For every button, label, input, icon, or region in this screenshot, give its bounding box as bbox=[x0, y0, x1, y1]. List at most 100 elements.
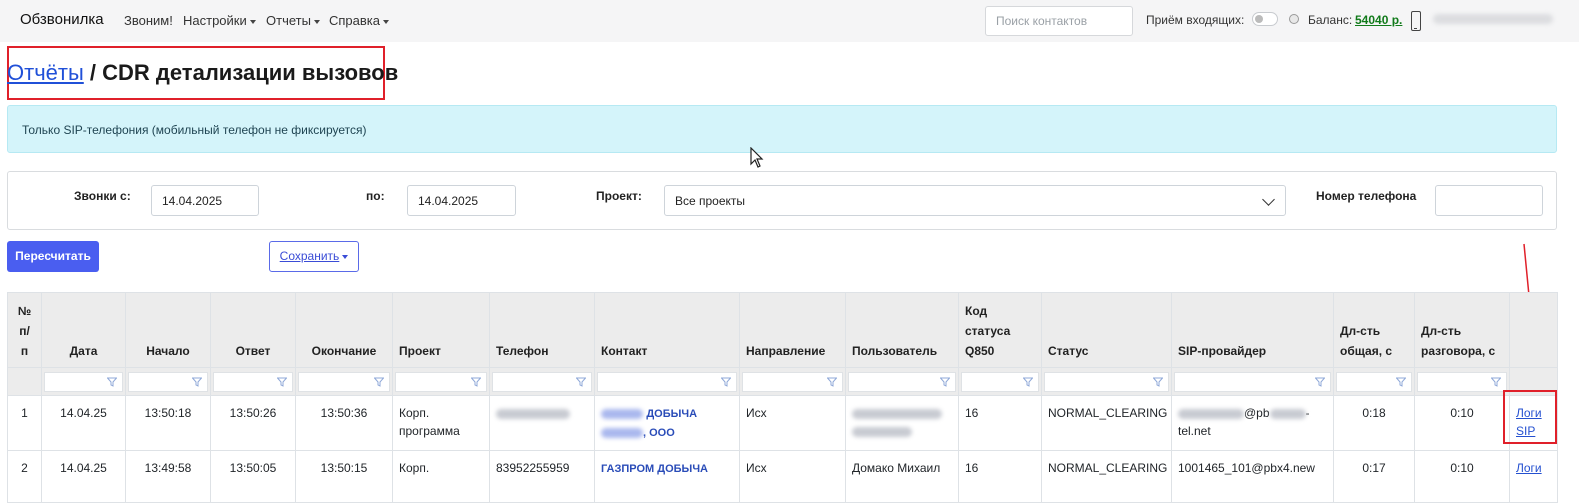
filter-funnel-icon[interactable] bbox=[721, 377, 731, 387]
table-row[interactable]: 2 14.04.25 13:49:58 13:50:05 13:50:15 Ко… bbox=[7, 450, 1558, 503]
project-select-value: Все проекты bbox=[675, 194, 746, 208]
status-indicator-icon bbox=[1289, 14, 1299, 24]
cell-num: 2 bbox=[7, 450, 42, 503]
redacted-sip bbox=[1178, 408, 1244, 419]
balance-value-link[interactable]: 54040 р. bbox=[1355, 13, 1402, 27]
contact-link-part2[interactable]: , ООО bbox=[643, 427, 675, 439]
filter-funnel-icon[interactable] bbox=[1396, 377, 1406, 387]
col-header-duration-talk[interactable]: Дл-сть разговора, с bbox=[1414, 292, 1510, 368]
filter-cell bbox=[489, 367, 595, 396]
incoming-calls-label: Приём входящих: bbox=[1146, 13, 1245, 27]
filter-funnel-icon[interactable] bbox=[107, 377, 117, 387]
filter-funnel-icon[interactable] bbox=[1315, 377, 1325, 387]
cell-direction: Исх bbox=[739, 450, 846, 503]
incoming-calls-toggle[interactable] bbox=[1252, 12, 1278, 26]
col-header-q850[interactable]: Код статуса Q850 bbox=[958, 292, 1042, 368]
column-filter-input[interactable] bbox=[213, 372, 293, 392]
filter-funnel-icon[interactable] bbox=[374, 377, 384, 387]
filter-funnel-icon[interactable] bbox=[1153, 377, 1163, 387]
nav-item-reports[interactable]: Отчеты bbox=[266, 13, 320, 28]
chevron-down-icon bbox=[313, 19, 320, 24]
cell-contact[interactable]: ДОБЫЧА , ООО bbox=[594, 395, 740, 451]
brand-logo[interactable]: Обзвонилка bbox=[20, 11, 104, 28]
filter-cell bbox=[1414, 367, 1510, 396]
column-filter-input[interactable] bbox=[492, 372, 592, 392]
col-header-sip-provider[interactable]: SIP-провайдер bbox=[1171, 292, 1334, 368]
user-menu[interactable] bbox=[1433, 14, 1553, 24]
filter-cell bbox=[295, 367, 393, 396]
date-to-input[interactable]: 14.04.2025 bbox=[407, 185, 516, 216]
filter-funnel-icon[interactable] bbox=[277, 377, 287, 387]
date-from-input[interactable]: 14.04.2025 bbox=[151, 185, 259, 216]
cell-date: 14.04.25 bbox=[41, 395, 126, 451]
col-header-phone[interactable]: Телефон bbox=[489, 292, 595, 368]
cell-status: NORMAL_CLEARING bbox=[1041, 395, 1172, 451]
cell-phone: 83952255959 bbox=[489, 450, 595, 503]
sip-logs-link[interactable]: Логи bbox=[1516, 461, 1542, 475]
mobile-phone-icon[interactable] bbox=[1411, 11, 1421, 31]
cell-contact[interactable]: ГАЗПРОМ ДОБЫЧА bbox=[594, 450, 740, 503]
col-header-duration-total[interactable]: Дл-сть общая, с bbox=[1333, 292, 1415, 368]
filter-cell-empty bbox=[7, 367, 42, 396]
filter-funnel-icon[interactable] bbox=[192, 377, 202, 387]
filter-funnel-icon[interactable] bbox=[1491, 377, 1501, 387]
top-navbar: Обзвонилка Звоним! Настройки Отчеты Спра… bbox=[0, 0, 1579, 42]
col-header-project[interactable]: Проект bbox=[392, 292, 490, 368]
column-filter-input[interactable] bbox=[1336, 372, 1412, 392]
column-filter-input[interactable] bbox=[742, 372, 843, 392]
nav-item-help[interactable]: Справка bbox=[329, 13, 389, 28]
filter-funnel-icon[interactable] bbox=[1023, 377, 1033, 387]
contact-link-part1[interactable]: ДОБЫЧА bbox=[646, 408, 697, 420]
cell-start: 13:50:18 bbox=[125, 395, 211, 451]
column-filter-input[interactable] bbox=[1174, 372, 1331, 392]
filter-funnel-icon[interactable] bbox=[827, 377, 837, 387]
col-header-user[interactable]: Пользователь bbox=[845, 292, 959, 368]
cell-status: NORMAL_CLEARING bbox=[1041, 450, 1172, 503]
cell-duration-talk: 0:10 bbox=[1414, 395, 1510, 451]
cdr-table: № п/п Дата Начало Ответ Окончание Проект … bbox=[7, 292, 1558, 503]
nav-item-call[interactable]: Звоним! bbox=[124, 13, 173, 28]
toggle-knob bbox=[1255, 15, 1263, 23]
breadcrumb-reports-link[interactable]: Отчёты bbox=[7, 60, 84, 85]
column-filter-input[interactable] bbox=[848, 372, 956, 392]
filter-funnel-icon[interactable] bbox=[940, 377, 950, 387]
col-header-answer[interactable]: Ответ bbox=[210, 292, 296, 368]
column-filter-input[interactable] bbox=[44, 372, 123, 392]
mouse-cursor-icon bbox=[750, 147, 764, 168]
column-filter-input[interactable] bbox=[1044, 372, 1169, 392]
redacted-user bbox=[852, 408, 942, 419]
col-header-end[interactable]: Окончание bbox=[295, 292, 393, 368]
date-to-label: по: bbox=[366, 189, 385, 203]
col-header-status[interactable]: Статус bbox=[1041, 292, 1172, 368]
filter-funnel-icon[interactable] bbox=[471, 377, 481, 387]
logs-highlight-frame bbox=[1503, 390, 1557, 444]
filter-cell bbox=[739, 367, 846, 396]
cell-project: Корп. bbox=[392, 450, 490, 503]
column-filter-input[interactable] bbox=[597, 372, 737, 392]
phone-number-input[interactable] bbox=[1435, 185, 1543, 216]
col-header-start[interactable]: Начало bbox=[125, 292, 211, 368]
cell-date: 14.04.25 bbox=[41, 450, 126, 503]
column-filter-input[interactable] bbox=[961, 372, 1039, 392]
cell-logs: Логи bbox=[1509, 450, 1558, 503]
recalculate-button[interactable]: Пересчитать bbox=[7, 241, 99, 272]
col-header-contact[interactable]: Контакт bbox=[594, 292, 740, 368]
cell-answer: 13:50:05 bbox=[210, 450, 296, 503]
col-header-date[interactable]: Дата bbox=[41, 292, 126, 368]
table-row[interactable]: 1 14.04.25 13:50:18 13:50:26 13:50:36 Ко… bbox=[7, 395, 1558, 451]
contact-search-input[interactable] bbox=[985, 6, 1133, 36]
info-alert-text: Только SIP-телефония (мобильный телефон … bbox=[22, 123, 367, 137]
filter-funnel-icon[interactable] bbox=[576, 377, 586, 387]
col-header-direction[interactable]: Направление bbox=[739, 292, 846, 368]
column-filter-input[interactable] bbox=[395, 372, 487, 392]
col-header-num[interactable]: № п/п bbox=[7, 292, 42, 368]
cell-q850: 16 bbox=[958, 395, 1042, 451]
column-filter-input[interactable] bbox=[128, 372, 208, 392]
column-filter-input[interactable] bbox=[1417, 372, 1507, 392]
column-filter-input[interactable] bbox=[298, 372, 390, 392]
cell-sip-provider: @pb - tel.net bbox=[1171, 395, 1334, 451]
project-select[interactable]: Все проекты bbox=[664, 185, 1286, 216]
nav-item-settings[interactable]: Настройки bbox=[183, 13, 256, 28]
save-dropdown-button[interactable]: Сохранить bbox=[269, 241, 359, 272]
cell-direction: Исх bbox=[739, 395, 846, 451]
